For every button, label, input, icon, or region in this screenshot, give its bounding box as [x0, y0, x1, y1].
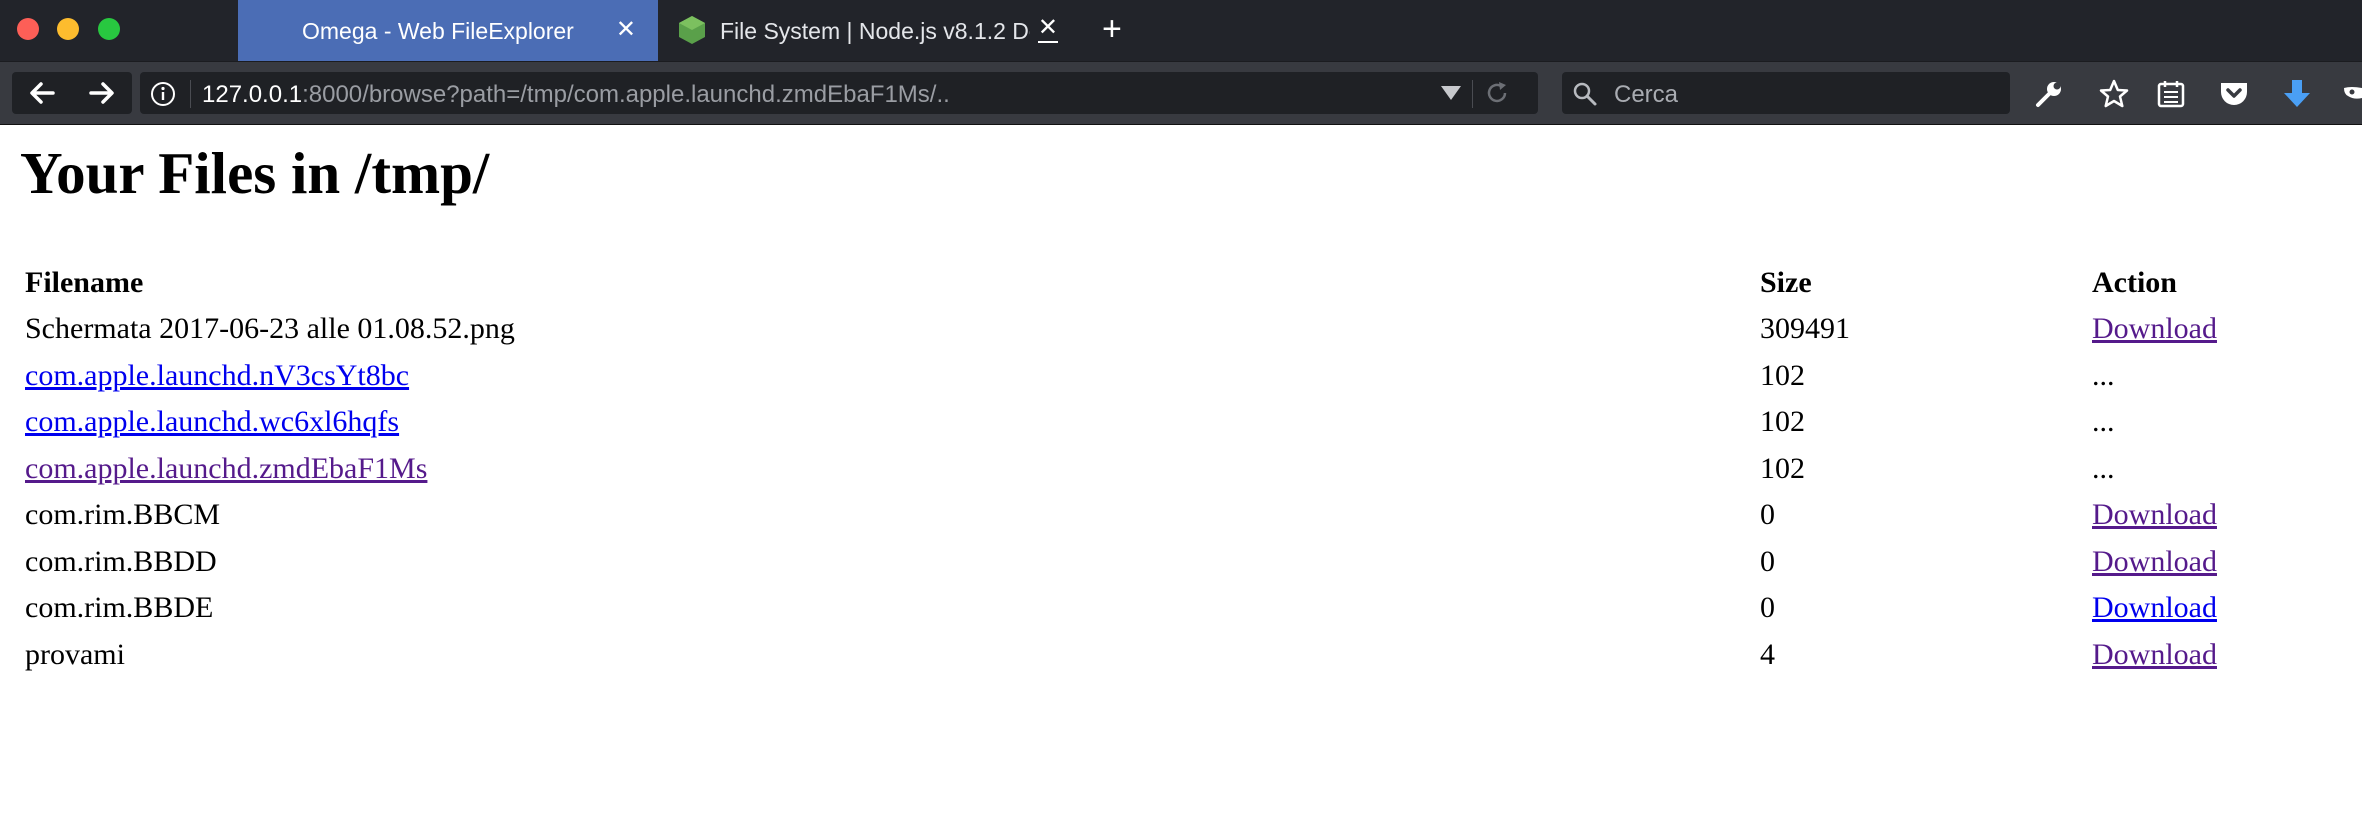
action-cell: ... [2092, 451, 2115, 485]
search-icon [1573, 82, 1597, 106]
table-header-row: Filename Size Action [20, 260, 2342, 306]
table-row: com.apple.launchd.wc6xl6hqfs 102 ... [20, 399, 2342, 446]
page-content: Your Files in /tmp/ Filename Size Action… [0, 125, 2362, 831]
column-header-size: Size [1760, 266, 1812, 299]
reload-icon[interactable] [1483, 79, 1511, 107]
download-link[interactable]: Download [2092, 638, 2217, 671]
url-history-dropdown-icon[interactable] [1440, 84, 1462, 102]
size-cell: 4 [1760, 637, 1775, 671]
window-zoom-button[interactable] [98, 18, 120, 40]
table-row: com.apple.launchd.zmdEbaF1Ms 102 ... [20, 446, 2342, 493]
info-icon[interactable] [150, 81, 176, 107]
search-input[interactable]: Cerca [1614, 81, 1678, 109]
filename-cell: com.rim.BBDD [25, 544, 217, 578]
back-arrow-icon [30, 82, 55, 104]
url-separator [1472, 80, 1473, 108]
size-cell: 102 [1760, 451, 1805, 485]
navigation-toolbar: 127.0.0.1:8000/browse?path=/tmp/com.appl… [0, 61, 2362, 125]
download-link[interactable]: Download [2092, 591, 2217, 624]
forward-arrow-icon [89, 82, 114, 104]
forward-button[interactable] [72, 72, 132, 114]
filename-cell: com.rim.BBDE [25, 591, 214, 625]
size-cell: 0 [1760, 498, 1775, 532]
folder-link[interactable]: com.apple.launchd.wc6xl6hqfs [25, 405, 399, 438]
back-forward-group [12, 72, 132, 114]
size-cell: 309491 [1760, 312, 1850, 346]
download-link[interactable]: Download [2092, 312, 2217, 345]
url-separator [190, 80, 191, 108]
star-icon[interactable] [2098, 78, 2130, 110]
search-bar[interactable]: Cerca [1562, 72, 2010, 114]
table-row: Schermata 2017-06-23 alle 01.08.52.png 3… [20, 306, 2342, 353]
wrench-icon[interactable] [2033, 78, 2065, 110]
url-path: :8000/browse?path=/tmp/com.apple.launchd… [302, 81, 950, 108]
tab-title: Omega - Web FileExplorer [302, 18, 574, 44]
folder-link[interactable]: com.apple.launchd.zmdEbaF1Ms [25, 452, 427, 485]
column-header-filename: Filename [25, 266, 144, 299]
size-cell: 0 [1760, 591, 1775, 625]
window-minimize-button[interactable] [57, 18, 79, 40]
tab-nodejs-docs[interactable]: File System | Node.js v8.1.2 Do ✕ [660, 0, 1078, 61]
column-header-action: Action [2092, 266, 2177, 299]
nodejs-icon [679, 16, 705, 44]
tab-close-icon[interactable]: ✕ [616, 15, 636, 44]
files-table: Filename Size Action Schermata 2017-06-2… [20, 260, 2342, 678]
filename-cell: Schermata 2017-06-23 alle 01.08.52.png [25, 312, 515, 346]
filename-cell: provami [25, 637, 125, 671]
download-icon[interactable] [2281, 78, 2313, 110]
url-bar[interactable]: 127.0.0.1:8000/browse?path=/tmp/com.appl… [140, 72, 1538, 114]
url-text[interactable]: 127.0.0.1:8000/browse?path=/tmp/com.appl… [202, 81, 950, 109]
download-link[interactable]: Download [2092, 498, 2217, 531]
mask-icon[interactable] [2340, 78, 2362, 110]
action-cell: ... [2092, 358, 2115, 392]
new-tab-button[interactable]: + [1102, 11, 1122, 47]
filename-cell: com.rim.BBCM [25, 498, 221, 532]
size-cell: 102 [1760, 405, 1805, 439]
folder-link[interactable]: com.apple.launchd.nV3csYt8bc [25, 359, 409, 392]
table-row: com.rim.BBCM 0 Download [20, 492, 2342, 539]
tab-bar: Omega - Web FileExplorer ✕ File System |… [0, 0, 2362, 61]
table-row: provami 4 Download [20, 632, 2342, 679]
size-cell: 102 [1760, 358, 1805, 392]
page-title: Your Files in /tmp/ [20, 140, 490, 206]
reading-list-icon[interactable] [2155, 78, 2187, 110]
table-row: com.rim.BBDD 0 Download [20, 539, 2342, 586]
action-cell: ... [2092, 405, 2115, 439]
tab-title: File System | Node.js v8.1.2 Do [720, 18, 1030, 44]
window-close-button[interactable] [17, 18, 39, 40]
url-host: 127.0.0.1 [202, 81, 303, 108]
download-link[interactable]: Download [2092, 545, 2217, 578]
table-row: com.rim.BBDE 0 Download [20, 585, 2342, 632]
back-button[interactable] [12, 72, 72, 114]
table-row: com.apple.launchd.nV3csYt8bc 102 ... [20, 353, 2342, 400]
size-cell: 0 [1760, 544, 1775, 578]
tab-omega[interactable]: Omega - Web FileExplorer ✕ [238, 0, 658, 61]
tab-close-icon[interactable]: ✕ [1037, 15, 1058, 43]
pocket-icon[interactable] [2218, 78, 2250, 110]
